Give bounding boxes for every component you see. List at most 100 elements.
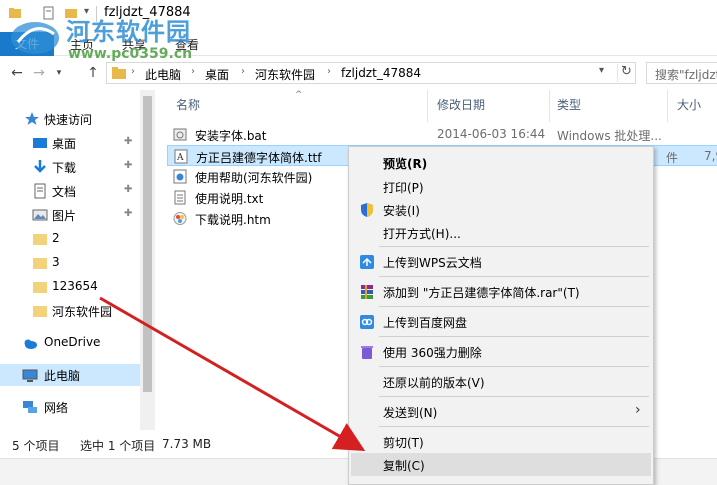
menu-item-label: 发送到(N) — [383, 406, 438, 420]
menu-item-upload-wps[interactable]: 上传到WPS云文档 — [351, 250, 651, 273]
sidebar-item-label: 文档 — [52, 185, 77, 199]
back-arrow-icon[interactable]: ← — [8, 64, 26, 82]
sidebar-item-label: OneDrive — [44, 335, 101, 349]
forward-arrow-icon[interactable]: → — [30, 64, 48, 82]
column-header-date[interactable]: 修改日期 — [437, 96, 485, 113]
sidebar-item-hedong[interactable]: 河东软件园 — [0, 300, 140, 322]
sidebar-item-folder-2[interactable]: 2 — [0, 228, 140, 250]
menu-item-upload-baidu[interactable]: 上传到百度网盘 — [351, 310, 651, 333]
column-separator[interactable] — [667, 90, 668, 122]
sidebar-item-documents[interactable]: 文档 ✚ — [0, 180, 140, 202]
recent-locations-icon[interactable]: ▾ — [50, 64, 68, 82]
menu-item-restore-previous[interactable]: 还原以前的版本(V) — [351, 370, 651, 393]
sidebar-item-quick-access[interactable]: 快速访问 — [0, 108, 140, 130]
sidebar-item-label: 河东软件园 — [52, 305, 113, 319]
download-icon — [34, 160, 46, 173]
pin-icon[interactable]: ✚ — [124, 184, 132, 195]
menu-item-cut[interactable]: 剪切(T) — [351, 430, 651, 453]
sidebar-item-desktop[interactable]: 桌面 ✚ — [0, 132, 140, 154]
file-name: 使用说明.txt — [195, 192, 264, 206]
address-bar[interactable]: › 此电脑 › 桌面 › 河东软件园 › fzljdzt_47884 ▾ ↻ — [106, 62, 636, 84]
menu-item-label: 上传到百度网盘 — [383, 316, 468, 330]
status-selected-size: 7.73 MB — [162, 437, 212, 451]
file-type: 件 — [666, 151, 679, 165]
menu-separator — [379, 426, 649, 427]
svg-text:A: A — [176, 153, 184, 163]
sidebar-item-label: 快速访问 — [44, 113, 93, 127]
360-delete-icon — [361, 346, 373, 359]
menu-item-install[interactable]: 安装(I) — [351, 198, 651, 221]
menu-separator — [379, 276, 649, 277]
chevron-right-icon: › — [635, 402, 641, 418]
pin-icon[interactable]: ✚ — [124, 136, 132, 147]
sidebar-item-folder-3[interactable]: 3 — [0, 252, 140, 274]
menu-separator — [379, 366, 649, 367]
menu-item-print[interactable]: 打印(P) — [351, 175, 651, 198]
search-input[interactable]: 搜索"fzljdzt — [646, 62, 717, 84]
sidebar-item-label: 下载 — [52, 161, 77, 175]
column-header-size[interactable]: 大小 — [677, 96, 701, 113]
up-arrow-icon[interactable]: ↑ — [84, 64, 102, 82]
menu-item-label: 添加到 "方正吕建德字体简体.rar"(T) — [383, 286, 580, 300]
breadcrumb-desktop[interactable]: 桌面 — [205, 66, 229, 83]
watermark-title: 河东软件园 — [66, 18, 191, 46]
breadcrumb-current-folder[interactable]: fzljdzt_47884 — [341, 66, 421, 80]
column-separator[interactable] — [549, 90, 550, 122]
sidebar-item-onedrive[interactable]: OneDrive — [0, 332, 140, 354]
pin-icon[interactable]: ✚ — [124, 208, 132, 219]
menu-item-open-with[interactable]: 打开方式(H)... — [351, 221, 651, 244]
pin-icon[interactable]: ✚ — [124, 160, 132, 171]
folder-icon — [33, 282, 47, 293]
column-separator[interactable] — [427, 90, 428, 122]
sidebar-item-label: 123654 — [52, 279, 98, 293]
web-file-icon — [173, 169, 187, 184]
menu-item-copy[interactable]: 复制(C) — [351, 453, 651, 476]
winrar-icon — [361, 285, 373, 299]
sidebar-scrollbar[interactable] — [140, 90, 155, 430]
menu-item-label: 使用 360强力删除 — [383, 346, 482, 360]
status-item-count: 5 个项目 — [12, 439, 60, 453]
chevron-down-icon[interactable]: ▾ — [599, 65, 604, 76]
breadcrumb-separator[interactable]: › — [131, 66, 135, 77]
wps-cloud-icon — [360, 255, 374, 269]
menu-item-label: 安装(I) — [383, 204, 420, 218]
menu-item-add-to-rar[interactable]: 添加到 "方正吕建德字体简体.rar"(T) — [351, 280, 651, 303]
menu-item-preview[interactable]: 预览(R) — [351, 151, 651, 174]
baidu-netdisk-icon — [360, 315, 374, 329]
column-header-type[interactable]: 类型 — [557, 96, 581, 113]
picture-icon — [32, 209, 48, 221]
menu-item-label: 打印(P) — [383, 181, 424, 195]
sidebar-item-folder-123654[interactable]: 123654 — [0, 276, 140, 298]
menu-item-send-to[interactable]: 发送到(N) › — [351, 400, 651, 423]
menu-item-label: 复制(C) — [383, 459, 425, 473]
column-header-name[interactable]: 名称 — [176, 96, 200, 113]
sidebar-item-label: 网络 — [44, 401, 69, 415]
sidebar-item-downloads[interactable]: 下载 ✚ — [0, 156, 140, 178]
breadcrumb-this-pc[interactable]: 此电脑 — [145, 66, 181, 83]
refresh-icon[interactable]: ↻ — [617, 64, 635, 82]
file-size: 7,92 — [704, 149, 717, 163]
breadcrumb-hedong[interactable]: 河东软件园 — [255, 66, 315, 83]
file-name: 下载说明.htm — [195, 213, 271, 227]
computer-icon — [22, 369, 38, 382]
sidebar-item-pictures[interactable]: 图片 ✚ — [0, 204, 140, 226]
file-date: 2014-06-03 16:44 — [437, 127, 546, 141]
scrollbar-thumb[interactable] — [143, 96, 152, 392]
text-file-icon — [174, 190, 186, 205]
desktop-icon — [33, 138, 47, 148]
sidebar-item-network[interactable]: 网络 — [0, 396, 140, 418]
htm-file-icon — [173, 212, 187, 225]
file-row[interactable]: 安装字体.bat 2014-06-03 16:44 Windows 批处理... — [167, 124, 717, 145]
document-icon — [34, 183, 46, 199]
menu-separator — [379, 246, 649, 247]
menu-item-360-delete[interactable]: 使用 360强力删除 — [351, 340, 651, 363]
sidebar-item-label: 2 — [52, 231, 60, 245]
breadcrumb-separator[interactable]: › — [191, 66, 195, 77]
network-icon — [23, 401, 37, 413]
breadcrumb-separator[interactable]: › — [241, 66, 245, 77]
context-menu: 预览(R) 打印(P) 安装(I) 打开方式(H)... 上传到WPS云文档 添… — [348, 146, 654, 485]
breadcrumb-separator[interactable]: › — [327, 66, 331, 77]
sidebar-item-this-pc[interactable]: 此电脑 — [0, 364, 140, 386]
watermark-logo-icon — [11, 22, 59, 54]
folder-icon — [112, 67, 126, 79]
